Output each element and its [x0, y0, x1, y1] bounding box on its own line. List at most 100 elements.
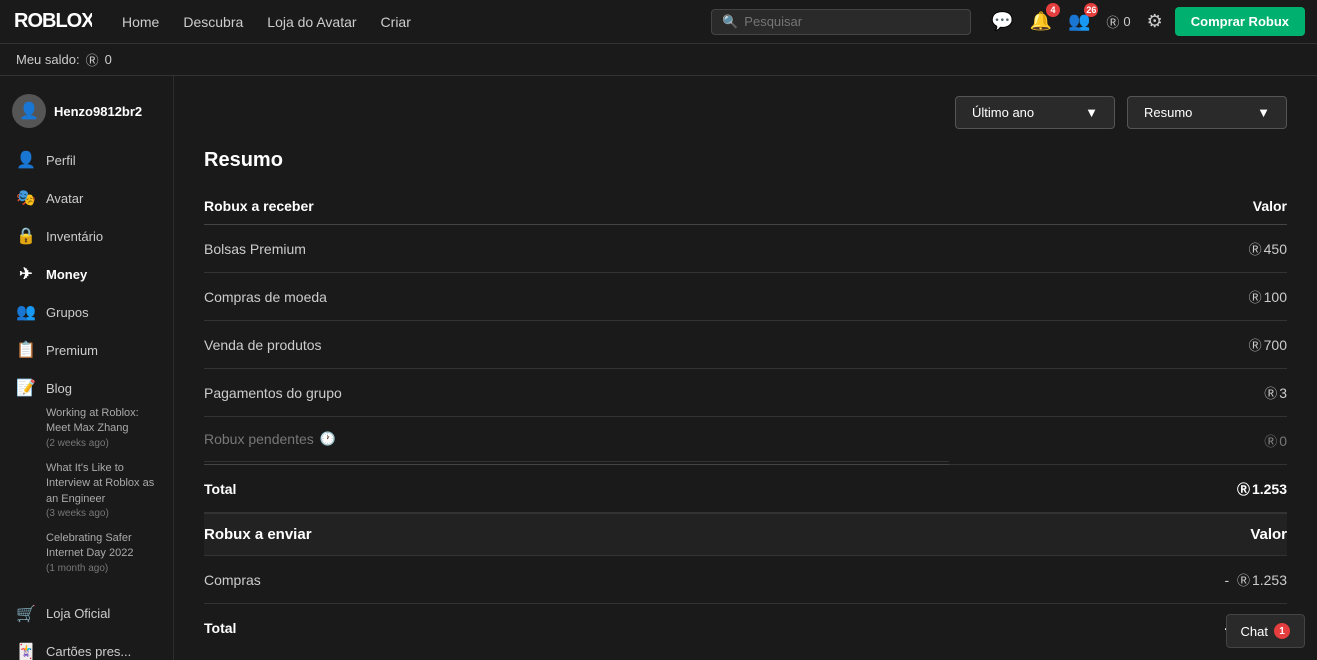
type-label: Resumo: [1144, 105, 1192, 120]
period-label: Último ano: [972, 105, 1034, 120]
svg-text:ROBLOX: ROBLOX: [14, 10, 92, 32]
nav-avatar-shop[interactable]: Loja do Avatar: [257, 8, 366, 36]
row-value-text: 700: [1264, 337, 1287, 353]
perfil-icon: 👤: [16, 150, 36, 170]
table-row: Bolsas Premium Ⓡ 450: [204, 225, 1287, 273]
grupos-icon: 👥: [16, 302, 36, 322]
balance-bar: Meu saldo: Ⓡ 0: [0, 44, 1317, 76]
search-input[interactable]: [744, 14, 960, 29]
send-header-col1: Robux a enviar: [204, 513, 949, 556]
row-label: Compras: [204, 556, 949, 604]
top-navigation: ROBLOX Home Descubra Loja do Avatar Cria…: [0, 0, 1317, 44]
blog-post-1-time: (2 weeks ago): [46, 437, 157, 451]
row-label: Venda de produtos: [204, 321, 949, 369]
main-layout: 👤 Henzo9812br2 👤 Perfil 🎭 Avatar 🔒 Inven…: [0, 76, 1317, 660]
friends-btn[interactable]: 👥 26: [1064, 7, 1094, 36]
blog-post-1[interactable]: Working at Roblox: Meet Max Zhang (2 wee…: [0, 402, 173, 455]
sidebar-grupos-label: Grupos: [46, 305, 89, 320]
table-row-total-send: Total - Ⓡ 1.253: [204, 604, 1287, 652]
sidebar-item-inventario[interactable]: 🔒 Inventário: [0, 218, 173, 254]
robux-balance-icon: Ⓡ: [86, 50, 99, 69]
blog-post-2-time: (3 weeks ago): [46, 507, 157, 521]
row-value: - Ⓡ 1.253: [949, 556, 1287, 604]
blog-icon: 📝: [16, 378, 36, 398]
row-label: Compras de moeda: [204, 273, 949, 321]
sidebar-inventario-label: Inventário: [46, 229, 103, 244]
blog-post-3-title: Celebrating Safer Internet Day 2022: [46, 531, 157, 562]
robux-symbol: Ⓡ: [1249, 287, 1262, 306]
robux-symbol: Ⓡ: [1237, 479, 1250, 498]
period-chevron-icon: ▼: [1085, 105, 1098, 120]
sidebar-cartoes-label: Cartões pres...: [46, 644, 131, 659]
sidebar-item-loja-oficial[interactable]: 🛒 Loja Oficial: [0, 596, 173, 632]
type-dropdown[interactable]: Resumo ▼: [1127, 96, 1287, 129]
total-value-text: 1.253: [1252, 481, 1287, 497]
robux-symbol-dark: Ⓡ: [1264, 431, 1277, 450]
chat-badge: 1: [1274, 623, 1290, 639]
friends-badge: 26: [1084, 3, 1098, 17]
section-title: Resumo: [204, 149, 1287, 172]
sidebar-premium-label: Premium: [46, 343, 98, 358]
inventario-icon: 🔒: [16, 226, 36, 246]
sidebar-blog-label: Blog: [46, 381, 72, 396]
robux-symbol: Ⓡ: [1237, 570, 1250, 589]
loja-oficial-icon: 🛒: [16, 604, 36, 624]
blog-post-3-time: (1 month ago): [46, 562, 157, 576]
cartoes-icon: 🃏: [16, 642, 36, 660]
row-value-pending: Ⓡ 0: [949, 417, 1287, 465]
content-header: Último ano ▼ Resumo ▼: [204, 96, 1287, 129]
settings-btn[interactable]: ⚙: [1143, 7, 1167, 36]
row-value: Ⓡ 700: [949, 321, 1287, 369]
avatar-icon: 👤: [19, 101, 39, 121]
total-value: Ⓡ 1.253: [949, 465, 1287, 514]
search-bar[interactable]: 🔍: [711, 9, 971, 35]
blog-post-3[interactable]: Celebrating Safer Internet Day 2022 (1 m…: [0, 527, 173, 580]
sidebar-loja-oficial-label: Loja Oficial: [46, 606, 110, 621]
robux-value: 0: [1123, 14, 1130, 29]
period-dropdown[interactable]: Último ano ▼: [955, 96, 1115, 129]
robux-btn[interactable]: Ⓡ 0: [1102, 8, 1134, 35]
row-label: Bolsas Premium: [204, 225, 949, 273]
row-value: Ⓡ 100: [949, 273, 1287, 321]
avatar-icon-nav: 🎭: [16, 188, 36, 208]
robux-symbol: Ⓡ: [1249, 239, 1262, 258]
type-chevron-icon: ▼: [1257, 105, 1270, 120]
sidebar-user[interactable]: 👤 Henzo9812br2: [0, 88, 173, 140]
search-icon: 🔍: [722, 14, 738, 30]
row-value-text: 100: [1264, 289, 1287, 305]
row-value: Ⓡ 450: [949, 225, 1287, 273]
row-value-text: 1.253: [1252, 572, 1287, 588]
sidebar-item-premium[interactable]: 📋 Premium: [0, 332, 173, 368]
nav-create[interactable]: Criar: [371, 8, 421, 36]
chat-icon-btn[interactable]: 💬: [987, 7, 1017, 36]
sidebar-money-label: Money: [46, 267, 87, 282]
sidebar-item-grupos[interactable]: 👥 Grupos: [0, 294, 173, 330]
blog-post-1-title: Working at Roblox: Meet Max Zhang: [46, 406, 157, 437]
sidebar-item-money[interactable]: ✈ Money: [0, 256, 173, 292]
topnav-icons: 💬 🔔 4 👥 26 Ⓡ 0 ⚙: [987, 7, 1167, 36]
sidebar-item-blog[interactable]: 📝 Blog: [0, 370, 173, 400]
buy-robux-button[interactable]: Comprar Robux: [1175, 7, 1305, 36]
sidebar-item-perfil[interactable]: 👤 Perfil: [0, 142, 173, 178]
sidebar-avatar-label: Avatar: [46, 191, 83, 206]
col-receive-header: Robux a receber: [204, 188, 949, 225]
row-value-text-pending: 0: [1279, 433, 1287, 449]
chat-button[interactable]: Chat 1: [1226, 614, 1305, 648]
nav-discover[interactable]: Descubra: [173, 8, 253, 36]
content-area: Último ano ▼ Resumo ▼ Resumo Robux a rec…: [174, 76, 1317, 660]
notifications-btn[interactable]: 🔔 4: [1026, 7, 1056, 36]
sidebar-item-cartoes[interactable]: 🃏 Cartões pres...: [0, 634, 173, 660]
robux-icon: Ⓡ: [1106, 12, 1119, 31]
table-row-pending: Robux pendentes 🕐 Ⓡ 0: [204, 417, 1287, 465]
nav-home[interactable]: Home: [112, 8, 169, 36]
blog-post-2[interactable]: What It's Like to Interview at Roblox as…: [0, 457, 173, 525]
roblox-logo[interactable]: ROBLOX: [12, 5, 92, 38]
clock-icon: 🕐: [320, 431, 336, 447]
chat-label: Chat: [1241, 624, 1268, 639]
row-value: Ⓡ 3: [949, 369, 1287, 417]
total-send-label: Total: [204, 604, 949, 652]
table-section-header-send: Robux a enviar Valor: [204, 513, 1287, 556]
sidebar-item-avatar[interactable]: 🎭 Avatar: [0, 180, 173, 216]
chat-icon: 💬: [991, 11, 1013, 31]
summary-table: Robux a receber Valor Bolsas Premium Ⓡ 4…: [204, 188, 1287, 651]
